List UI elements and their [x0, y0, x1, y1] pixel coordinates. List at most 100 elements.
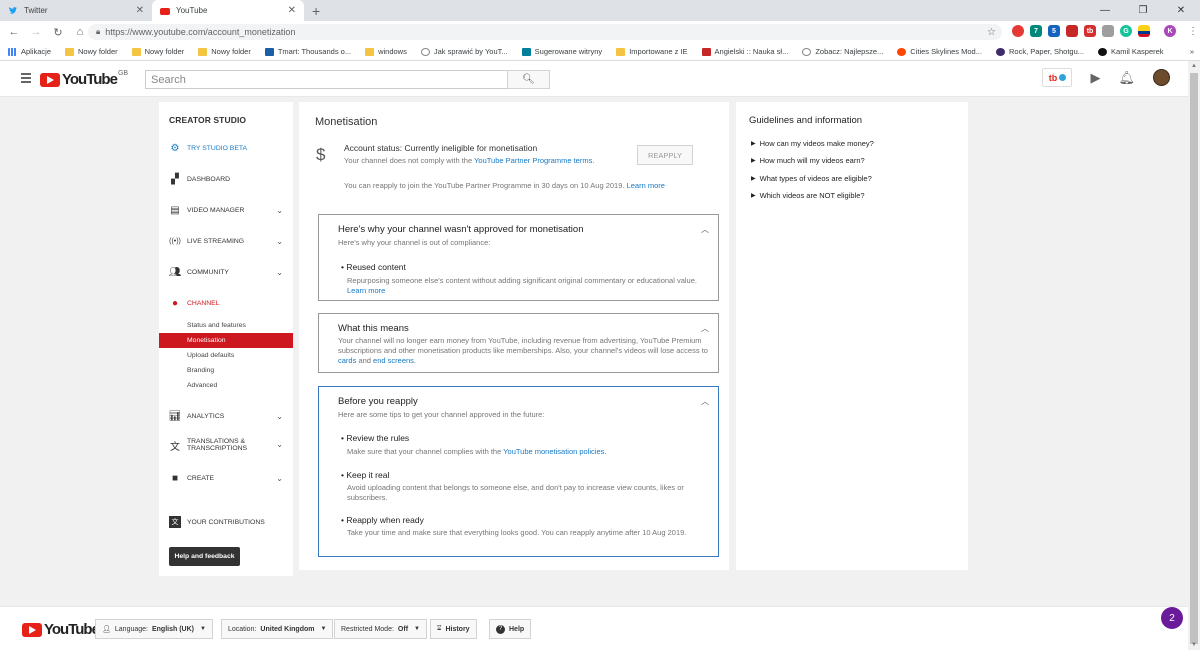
partner-terms-link[interactable]: YouTube Partner Programme terms. — [474, 156, 594, 165]
tab-youtube[interactable]: YouTube ✕ — [152, 0, 304, 21]
restricted-mode-picker[interactable]: Restricted Mode: Off ▼ — [334, 619, 427, 639]
minimize-icon[interactable]: — — [1086, 0, 1124, 20]
grey-extension-icon[interactable] — [1102, 25, 1114, 37]
extension-5-icon[interactable]: 5 — [1048, 25, 1060, 37]
tb-extension-icon[interactable]: tb — [1084, 25, 1096, 37]
channel-person-icon: ● — [171, 297, 179, 309]
red-extension-icon[interactable] — [1066, 25, 1078, 37]
monetisation-card: Monetisation $ Account status: Currently… — [299, 102, 729, 570]
sidebar-subitem-upload-defaults[interactable]: Upload defaults — [159, 348, 293, 363]
bookmark-link[interactable]: Jak sprawić by YouT... — [420, 47, 508, 56]
reload-icon[interactable]: ↻ — [50, 26, 66, 39]
bookmark-star-icon[interactable]: ☆ — [987, 27, 996, 38]
chevron-up-icon[interactable]: ︿ — [701, 224, 709, 235]
bookmark-link[interactable]: Kamil Kasperek — [1098, 47, 1164, 56]
url-field[interactable]: 🔒︎ https://www.youtube.com/account_monet… — [88, 24, 1002, 40]
scroll-down-icon[interactable]: ▼ — [1191, 642, 1197, 648]
home-icon[interactable]: ⌂ — [72, 26, 88, 38]
sidebar-item-create[interactable]: ■ CREATE ⌄ — [169, 472, 285, 484]
reapply-note: You can reapply to join the YouTube Part… — [344, 181, 665, 190]
close-tab-icon[interactable]: ✕ — [288, 5, 296, 16]
bookmark-folder[interactable]: windows — [365, 47, 407, 56]
bookmarks-overflow-icon[interactable]: » — [1190, 47, 1194, 56]
reapply-button[interactable]: REAPPLY — [637, 145, 693, 165]
end-screens-link[interactable]: end screens. — [373, 356, 416, 365]
sidebar-item-video-manager[interactable]: ▤ VIDEO MANAGER ⌄ — [169, 204, 285, 216]
close-window-icon[interactable]: ✕ — [1162, 0, 1200, 20]
learn-more-link[interactable]: Learn more — [347, 286, 385, 295]
sidebar-subitem-status[interactable]: Status and features — [159, 318, 293, 333]
bookmark-tmart[interactable]: Tmart: Thousands o... — [264, 47, 351, 56]
grammarly-extension-icon[interactable]: G — [1120, 25, 1132, 37]
restore-icon[interactable]: ❐ — [1124, 0, 1162, 20]
sidebar-item-try-beta[interactable]: ⚙ TRY STUDIO BETA — [169, 142, 285, 154]
monetisation-policies-link[interactable]: YouTube monetisation policies. — [503, 447, 606, 456]
account-avatar[interactable] — [1153, 69, 1170, 86]
bookmark-link[interactable]: Rock, Paper, Shotgu... — [995, 47, 1084, 56]
language-picker[interactable]: 👤︎ Language: English (UK) ▼ — [95, 619, 213, 639]
red-site-icon — [701, 47, 711, 56]
search-button[interactable]: 🔍︎ — [507, 70, 550, 89]
extension-7-icon[interactable]: 7 — [1030, 25, 1042, 37]
guideline-item[interactable]: ▶ What types of videos are eligible? — [751, 174, 872, 183]
history-button[interactable]: ⌛︎ History — [430, 619, 477, 639]
guideline-item[interactable]: ▶ How much will my videos earn? — [751, 156, 865, 165]
bookmark-folder[interactable]: Importowane z IE — [616, 47, 688, 56]
chevron-up-icon[interactable]: ︿ — [701, 323, 709, 334]
gear-icon: ⚙ — [170, 142, 180, 154]
bookmark-link[interactable]: Sugerowane witryny — [521, 47, 602, 56]
close-tab-icon[interactable]: ✕ — [136, 5, 144, 16]
page-scrollbar[interactable]: ▲ ▼ — [1188, 61, 1200, 650]
new-tab-icon[interactable]: + — [312, 3, 320, 19]
help-button[interactable]: ? Help — [489, 619, 532, 639]
sidebar-item-live-streaming[interactable]: ((•)) LIVE STREAMING ⌄ — [169, 235, 285, 247]
browser-tab-bar: Twitter ✕ YouTube ✕ + — ❐ ✕ — [0, 0, 1200, 21]
bookmark-folder[interactable]: Nowy folder — [198, 47, 251, 56]
sidebar-subitem-monetisation[interactable]: Monetisation — [159, 333, 293, 348]
sidebar-subitem-advanced[interactable]: Advanced — [159, 378, 293, 393]
sidebar-item-channel[interactable]: ● CHANNEL — [169, 297, 285, 309]
bookmark-folder[interactable]: Nowy folder — [65, 47, 118, 56]
guidelines-title: Guidelines and information — [749, 115, 863, 126]
tubebuddy-button[interactable]: tb — [1042, 68, 1073, 87]
youtube-logo[interactable]: YouTube GB — [40, 70, 128, 88]
sidebar-subitem-branding[interactable]: Branding — [159, 363, 293, 378]
sidebar-item-dashboard[interactable]: ▞ DASHBOARD — [169, 173, 285, 185]
notifications-bell-icon[interactable]: 🔔︎ — [1118, 70, 1135, 86]
upload-video-icon[interactable]: ▶︎ — [1090, 70, 1100, 86]
notification-count-badge[interactable]: 2 — [1161, 607, 1183, 629]
bookmark-link[interactable]: Angielski :: Nauka sł... — [701, 47, 788, 56]
bookmark-link[interactable]: Cities Skylines Mod... — [897, 47, 982, 56]
forward-icon[interactable]: → — [28, 26, 44, 38]
bookmark-folder[interactable]: Nowy folder — [131, 47, 184, 56]
browser-menu-icon[interactable]: ⋮ — [1188, 26, 1198, 37]
guideline-item[interactable]: ▶ Which videos are NOT eligible? — [751, 191, 865, 200]
tab-twitter[interactable]: Twitter ✕ — [0, 0, 152, 21]
hourglass-icon: ⌛︎ — [437, 625, 442, 632]
footer-youtube-logo[interactable]: YouTube — [22, 621, 100, 638]
cards-link[interactable]: cards — [338, 356, 356, 365]
bookmark-apps[interactable]: Aplikacje — [8, 47, 51, 56]
scroll-up-icon[interactable]: ▲ — [1191, 63, 1197, 69]
tip-title: • Keep it real — [341, 470, 390, 480]
bookmark-link[interactable]: Zobacz: Najlepsze... — [802, 47, 883, 56]
scrollbar-thumb[interactable] — [1190, 73, 1198, 644]
location-picker[interactable]: Location: United Kingdom ▼ — [221, 619, 334, 639]
sidebar-item-translations[interactable]: 文 TRANSLATIONS & TRANSCRIPTIONS ⌄ — [169, 438, 285, 453]
analytics-icon: 📊︎ — [168, 410, 182, 422]
back-icon[interactable]: ← — [6, 26, 22, 38]
chevron-up-icon[interactable]: ︿ — [701, 396, 709, 407]
search-input[interactable]: Search — [145, 70, 508, 89]
profile-avatar-icon[interactable]: K — [1164, 25, 1176, 37]
sidebar-item-analytics[interactable]: 📊︎ ANALYTICS ⌄ — [169, 410, 285, 422]
adblock-extension-icon[interactable] — [1012, 25, 1024, 37]
hamburger-menu-icon[interactable] — [21, 73, 31, 85]
learn-more-link[interactable]: Learn more — [627, 181, 665, 190]
reason-description: Repurposing someone else's content witho… — [347, 276, 697, 295]
help-feedback-button[interactable]: Help and feedback — [169, 547, 240, 566]
flag-extension-icon[interactable] — [1138, 25, 1150, 37]
guideline-item[interactable]: ▶ How can my videos make money? — [751, 139, 874, 148]
sidebar-item-community[interactable]: 👥︎ COMMUNITY ⌄ — [169, 266, 285, 278]
tip-description: Make sure that your channel complies wit… — [347, 447, 607, 456]
sidebar-item-contributions[interactable]: 文 YOUR CONTRIBUTIONS — [169, 516, 285, 528]
